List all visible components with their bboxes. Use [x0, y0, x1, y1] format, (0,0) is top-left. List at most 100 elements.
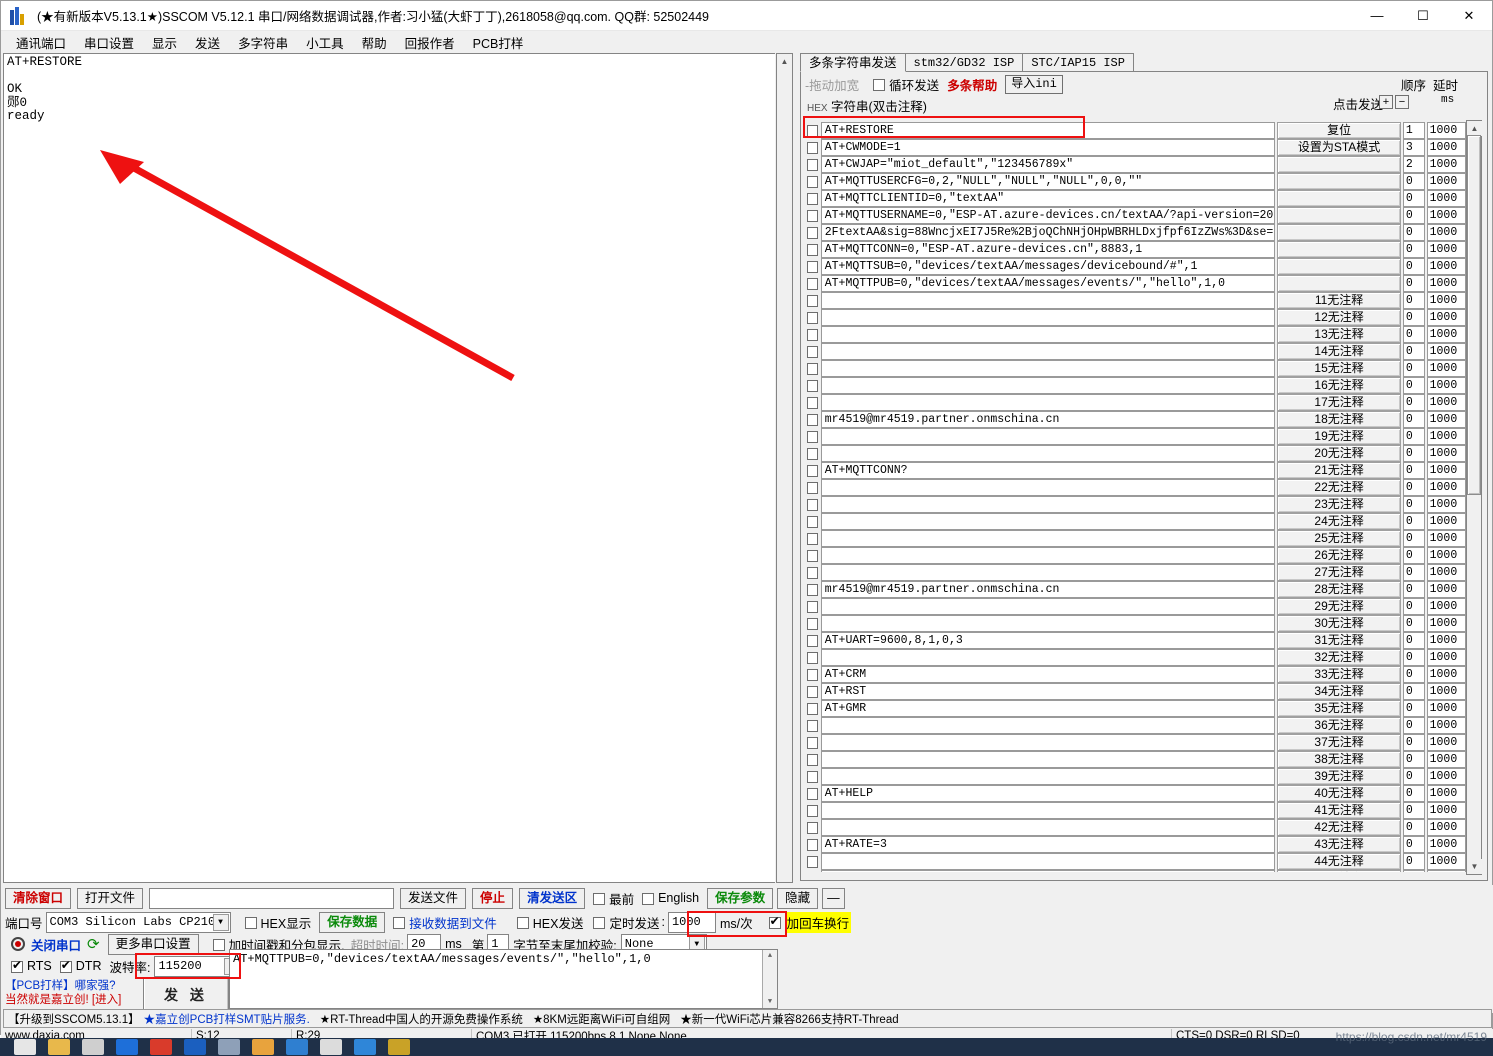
command-text-input[interactable] — [820, 377, 1276, 394]
menu-item-send[interactable]: 发送 — [186, 31, 229, 54]
row-delay-input[interactable]: 1000 — [1426, 768, 1466, 785]
row-delay-input[interactable]: 1000 — [1426, 173, 1466, 190]
row-send-button[interactable]: 17无注释 — [1277, 394, 1401, 411]
english-checkbox[interactable] — [642, 891, 658, 905]
row-select-checkbox[interactable] — [806, 768, 820, 785]
ad-item-wifi[interactable]: ★8KM远距离WiFi可自组网 — [533, 1011, 670, 1027]
row-order-input[interactable]: 0 — [1402, 632, 1425, 649]
row-send-button[interactable]: 33无注释 — [1277, 666, 1401, 683]
row-order-input[interactable]: 0 — [1402, 683, 1425, 700]
command-text-input[interactable]: AT+MQTTUSERCFG=0,2,"NULL","NULL","NULL",… — [820, 173, 1276, 190]
row-send-button[interactable]: 21无注释 — [1277, 462, 1401, 479]
row-select-checkbox[interactable] — [806, 615, 820, 632]
row-order-input[interactable]: 0 — [1402, 870, 1425, 872]
send-textarea[interactable]: AT+MQTTPUB=0,"devices/textAA/messages/ev… — [233, 952, 774, 966]
command-text-input[interactable] — [820, 309, 1276, 326]
row-order-input[interactable]: 0 — [1402, 258, 1425, 275]
taskbar-explorer-icon[interactable] — [48, 1039, 70, 1055]
row-delay-input[interactable]: 1000 — [1426, 513, 1466, 530]
row-send-button[interactable]: 27无注释 — [1277, 564, 1401, 581]
command-text-input[interactable]: AT+CWMODE=1 — [820, 139, 1276, 156]
file-path-input[interactable] — [149, 887, 395, 909]
tab-stm32-isp[interactable]: stm32/GD32 ISP — [904, 53, 1024, 72]
row-select-checkbox[interactable] — [806, 632, 820, 649]
row-delay-input[interactable]: 1000 — [1426, 836, 1466, 853]
row-order-input[interactable]: 0 — [1402, 768, 1425, 785]
row-delay-input[interactable]: 1000 — [1426, 734, 1466, 751]
row-order-input[interactable]: 0 — [1402, 207, 1425, 224]
row-select-checkbox[interactable] — [806, 139, 820, 156]
minimize-button[interactable]: — — [1354, 1, 1400, 30]
menu-item-serial-settings[interactable]: 串口设置 — [75, 31, 143, 54]
row-select-checkbox[interactable] — [806, 207, 820, 224]
import-ini-button[interactable]: 导入ini — [1005, 75, 1063, 94]
row-delay-input[interactable]: 1000 — [1426, 394, 1466, 411]
command-text-input[interactable]: AT+MQTTPUB=0,"devices/textAA/messages/ev… — [820, 275, 1276, 292]
command-text-input[interactable] — [820, 819, 1276, 836]
command-text-input[interactable] — [820, 360, 1276, 377]
row-send-button[interactable] — [1277, 275, 1401, 292]
row-send-button[interactable]: 36无注释 — [1277, 717, 1401, 734]
row-send-button[interactable]: 16无注释 — [1277, 377, 1401, 394]
row-select-checkbox[interactable] — [806, 343, 820, 360]
pcb-ad-block[interactable]: 【PCB打样】哪家强? 当然就是嘉立创! [进入] — [5, 979, 121, 1007]
row-order-input[interactable]: 3 — [1402, 139, 1425, 156]
command-text-input[interactable]: mr4519@mr4519.partner.onmschina.cn — [820, 411, 1276, 428]
row-delay-input[interactable]: 1000 — [1426, 581, 1466, 598]
row-send-button[interactable]: 45无注释 — [1277, 870, 1401, 872]
row-order-input[interactable]: 0 — [1402, 326, 1425, 343]
row-delay-input[interactable]: 1000 — [1426, 717, 1466, 734]
row-delay-input[interactable]: 1000 — [1426, 598, 1466, 615]
row-order-input[interactable]: 0 — [1402, 513, 1425, 530]
row-select-checkbox[interactable] — [806, 836, 820, 853]
row-select-checkbox[interactable] — [806, 326, 820, 343]
row-delay-input[interactable]: 1000 — [1426, 785, 1466, 802]
row-send-button[interactable]: 22无注释 — [1277, 479, 1401, 496]
row-send-button[interactable]: 42无注释 — [1277, 819, 1401, 836]
receive-textarea[interactable]: AT+RESTORE OK 郧0 ready — [3, 53, 775, 883]
row-delay-input[interactable]: 1000 — [1426, 207, 1466, 224]
open-file-button[interactable]: 打开文件 — [77, 887, 144, 909]
command-text-input[interactable]: AT+MQTTUSERNAME=0,"ESP-AT.azure-devices.… — [820, 207, 1276, 224]
command-text-input[interactable]: AT+MQTTCONN? — [820, 462, 1276, 479]
send-button[interactable]: 发 送 — [143, 977, 229, 1013]
add-row-button[interactable]: + — [1379, 94, 1393, 109]
row-select-checkbox[interactable] — [806, 258, 820, 275]
row-order-input[interactable]: 0 — [1402, 343, 1425, 360]
command-list-scrollbar[interactable]: ▲ ▼ — [1466, 120, 1482, 875]
clear-send-area-button[interactable]: 清发送区 — [519, 887, 586, 909]
row-select-checkbox[interactable] — [806, 785, 820, 802]
row-delay-input[interactable]: 1000 — [1426, 496, 1466, 513]
taskbar-media-icon[interactable] — [354, 1039, 376, 1055]
row-delay-input[interactable]: 1000 — [1426, 683, 1466, 700]
row-delay-input[interactable]: 1000 — [1426, 326, 1466, 343]
row-delay-input[interactable]: 1000 — [1426, 224, 1466, 241]
row-delay-input[interactable]: 1000 — [1426, 564, 1466, 581]
scroll-up-icon[interactable]: ▲ — [777, 54, 792, 69]
row-order-input[interactable]: 0 — [1402, 853, 1425, 870]
command-text-input[interactable] — [820, 649, 1276, 666]
row-send-button[interactable]: 30无注释 — [1277, 615, 1401, 632]
row-send-button[interactable]: 18无注释 — [1277, 411, 1401, 428]
row-order-input[interactable]: 0 — [1402, 700, 1425, 717]
row-select-checkbox[interactable] — [806, 496, 820, 513]
upgrade-link[interactable]: 【升级到SSCOM5.13.1】 — [8, 1011, 140, 1027]
row-send-button[interactable]: 34无注释 — [1277, 683, 1401, 700]
row-select-checkbox[interactable] — [806, 462, 820, 479]
row-delay-input[interactable]: 1000 — [1426, 547, 1466, 564]
command-text-input[interactable]: AT+CWJAP="miot_default","123456789x" — [820, 156, 1276, 173]
row-delay-input[interactable]: 1000 — [1426, 377, 1466, 394]
command-text-input[interactable] — [820, 751, 1276, 768]
row-send-button[interactable]: 23无注释 — [1277, 496, 1401, 513]
row-order-input[interactable]: 0 — [1402, 819, 1425, 836]
chevron-down-icon[interactable]: ▼ — [212, 913, 229, 931]
row-order-input[interactable]: 0 — [1402, 547, 1425, 564]
list-scroll-thumb[interactable] — [1467, 135, 1481, 495]
row-order-input[interactable]: 0 — [1402, 360, 1425, 377]
row-order-input[interactable]: 0 — [1402, 751, 1425, 768]
row-order-input[interactable]: 0 — [1402, 190, 1425, 207]
list-scroll-down-icon[interactable]: ▼ — [1467, 859, 1482, 874]
taskbar-ie-icon[interactable] — [252, 1039, 274, 1055]
taskbar-sscom-icon[interactable] — [218, 1039, 240, 1055]
row-order-input[interactable]: 0 — [1402, 598, 1425, 615]
